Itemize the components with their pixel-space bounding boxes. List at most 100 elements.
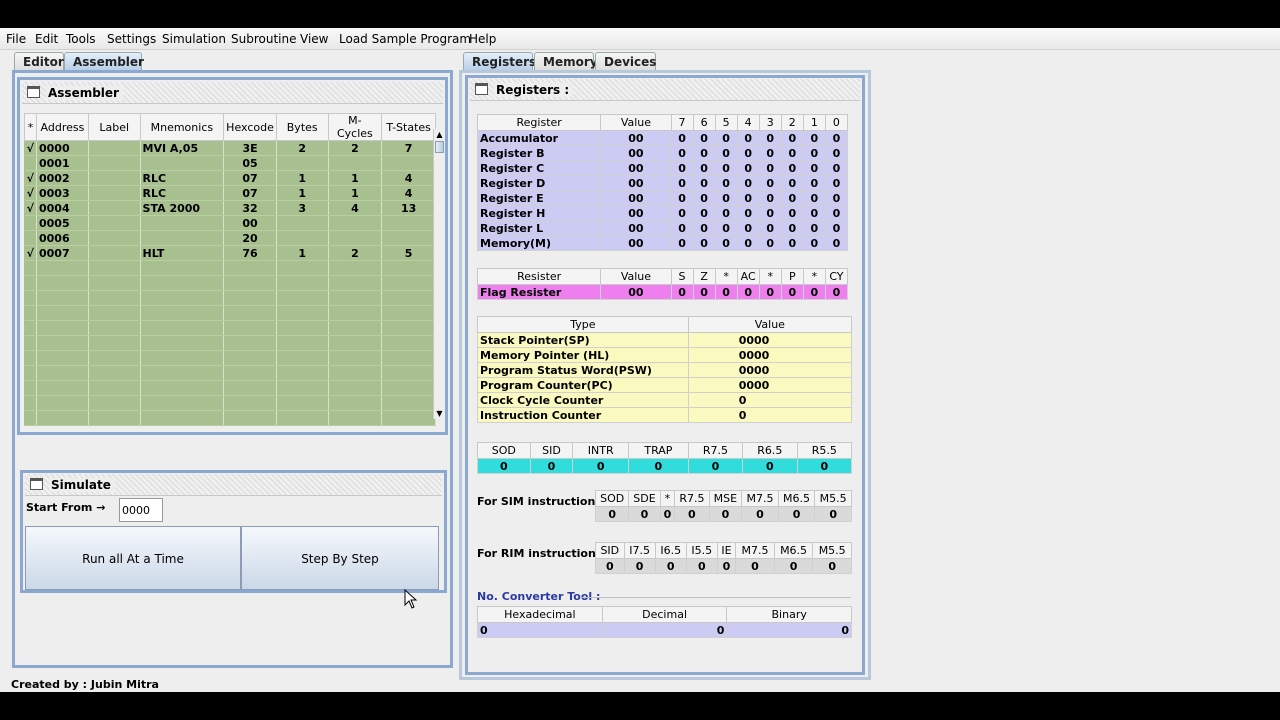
register-cell[interactable]: 0 bbox=[670, 220, 694, 236]
empty-cell[interactable] bbox=[381, 410, 436, 426]
register-cell[interactable]: 0 bbox=[692, 220, 716, 236]
converter-input[interactable]: 0 bbox=[601, 622, 728, 638]
register-cell[interactable]: 00 bbox=[600, 130, 672, 146]
table-cell[interactable]: 07 bbox=[223, 170, 277, 186]
register-cell[interactable]: 00 bbox=[600, 190, 672, 206]
table-row[interactable]: 0006 20 bbox=[24, 230, 436, 246]
table-cell[interactable]: 0004 bbox=[36, 200, 89, 216]
empty-cell[interactable] bbox=[140, 305, 225, 321]
flag-cell[interactable]: 0 bbox=[692, 284, 716, 300]
register-cell[interactable]: 0 bbox=[692, 175, 716, 191]
empty-cell[interactable] bbox=[36, 260, 89, 276]
register-cell[interactable]: 0 bbox=[824, 160, 849, 176]
table-row[interactable]: √ 0003 RLC 07 1 1 4 bbox=[24, 185, 436, 201]
empty-cell[interactable] bbox=[328, 350, 383, 366]
register-cell[interactable]: 0 bbox=[758, 130, 782, 146]
table-cell[interactable]: 0005 bbox=[36, 215, 89, 231]
empty-cell[interactable] bbox=[223, 395, 277, 411]
empty-cell[interactable] bbox=[276, 395, 329, 411]
register-cell[interactable]: 0 bbox=[670, 130, 694, 146]
empty-cell[interactable] bbox=[36, 365, 89, 381]
register-cell[interactable]: 0 bbox=[692, 235, 716, 251]
table-row[interactable]: √ 0004 STA 2000 32 3 4 13 bbox=[24, 200, 436, 216]
empty-cell[interactable] bbox=[276, 365, 329, 381]
empty-cell[interactable] bbox=[88, 290, 141, 306]
flag-cell[interactable]: 0 bbox=[736, 284, 760, 300]
register-cell[interactable]: 0 bbox=[736, 160, 760, 176]
empty-cell[interactable] bbox=[88, 365, 141, 381]
menu-file[interactable]: File bbox=[6, 32, 26, 46]
table-cell[interactable]: 0000 bbox=[36, 140, 89, 156]
register-cell[interactable]: 0 bbox=[670, 160, 694, 176]
empty-cell[interactable] bbox=[223, 320, 277, 336]
empty-cell[interactable] bbox=[36, 335, 89, 351]
register-cell[interactable]: 0 bbox=[714, 205, 738, 221]
menu-subroutine[interactable]: Subroutine bbox=[231, 32, 296, 46]
flag-cell[interactable]: 0 bbox=[670, 284, 694, 300]
rim-cell[interactable]: 0 bbox=[812, 558, 852, 574]
sim-cell[interactable]: 0 bbox=[674, 506, 710, 522]
table-cell[interactable]: √ bbox=[24, 185, 37, 201]
empty-cell[interactable] bbox=[381, 335, 436, 351]
register-cell[interactable]: 0 bbox=[780, 220, 804, 236]
table-cell[interactable]: 0002 bbox=[36, 170, 89, 186]
register-cell[interactable]: 0 bbox=[692, 205, 716, 221]
empty-cell[interactable] bbox=[24, 290, 37, 306]
empty-cell[interactable] bbox=[24, 380, 37, 396]
table-cell[interactable] bbox=[88, 140, 141, 156]
table-cell[interactable]: √ bbox=[24, 200, 37, 216]
empty-row[interactable] bbox=[24, 305, 436, 321]
empty-cell[interactable] bbox=[24, 305, 37, 321]
table-cell[interactable] bbox=[88, 215, 141, 231]
empty-cell[interactable] bbox=[140, 350, 225, 366]
empty-cell[interactable] bbox=[88, 380, 141, 396]
table-cell[interactable]: 00 bbox=[223, 215, 277, 231]
tab-memory[interactable]: Memory bbox=[534, 52, 598, 70]
menu-load-sample-program[interactable]: Load Sample Program bbox=[339, 32, 471, 46]
empty-cell[interactable] bbox=[328, 305, 383, 321]
table-cell[interactable] bbox=[328, 230, 383, 246]
empty-cell[interactable] bbox=[223, 260, 277, 276]
table-cell[interactable]: 20 bbox=[223, 230, 277, 246]
register-cell[interactable]: 0 bbox=[824, 235, 849, 251]
empty-cell[interactable] bbox=[328, 290, 383, 306]
converter-input[interactable]: 0 bbox=[726, 622, 852, 638]
empty-cell[interactable] bbox=[276, 335, 329, 351]
table-cell[interactable]: 2 bbox=[276, 140, 329, 156]
interrupt-cell[interactable]: 0 bbox=[687, 458, 744, 474]
empty-cell[interactable] bbox=[381, 290, 436, 306]
run-all-button[interactable]: Run all At a Time bbox=[25, 526, 241, 590]
register-cell[interactable]: 0 bbox=[758, 235, 782, 251]
tab-devices[interactable]: Devices bbox=[595, 52, 656, 70]
empty-row[interactable] bbox=[24, 380, 436, 396]
rim-cell[interactable]: 0 bbox=[595, 558, 625, 574]
empty-cell[interactable] bbox=[381, 380, 436, 396]
empty-cell[interactable] bbox=[223, 275, 277, 291]
register-cell[interactable]: 0 bbox=[670, 205, 694, 221]
table-cell[interactable] bbox=[328, 155, 383, 171]
empty-cell[interactable] bbox=[381, 395, 436, 411]
register-cell[interactable]: 0 bbox=[758, 175, 782, 191]
table-cell[interactable]: 1 bbox=[328, 170, 383, 186]
table-cell[interactable]: 0001 bbox=[36, 155, 89, 171]
register-cell[interactable]: 0 bbox=[692, 190, 716, 206]
empty-cell[interactable] bbox=[276, 350, 329, 366]
tab-assembler[interactable]: Assembler bbox=[64, 52, 144, 70]
register-cell[interactable]: 0 bbox=[824, 130, 849, 146]
empty-cell[interactable] bbox=[88, 395, 141, 411]
interrupt-cell[interactable]: 0 bbox=[628, 458, 689, 474]
register-cell[interactable]: 0 bbox=[780, 205, 804, 221]
register-cell[interactable]: 0 bbox=[802, 205, 826, 221]
register-cell[interactable]: 0 bbox=[802, 145, 826, 161]
empty-cell[interactable] bbox=[223, 350, 277, 366]
menu-simulation[interactable]: Simulation bbox=[162, 32, 226, 46]
register-cell[interactable]: 0 bbox=[802, 220, 826, 236]
table-cell[interactable] bbox=[140, 215, 225, 231]
empty-cell[interactable] bbox=[140, 410, 225, 426]
menu-settings[interactable]: Settings bbox=[107, 32, 156, 46]
table-cell[interactable]: √ bbox=[24, 140, 37, 156]
menu-help[interactable]: Help bbox=[469, 32, 496, 46]
empty-cell[interactable] bbox=[276, 380, 329, 396]
register-cell[interactable]: 0 bbox=[736, 175, 760, 191]
table-cell[interactable]: 3E bbox=[223, 140, 277, 156]
